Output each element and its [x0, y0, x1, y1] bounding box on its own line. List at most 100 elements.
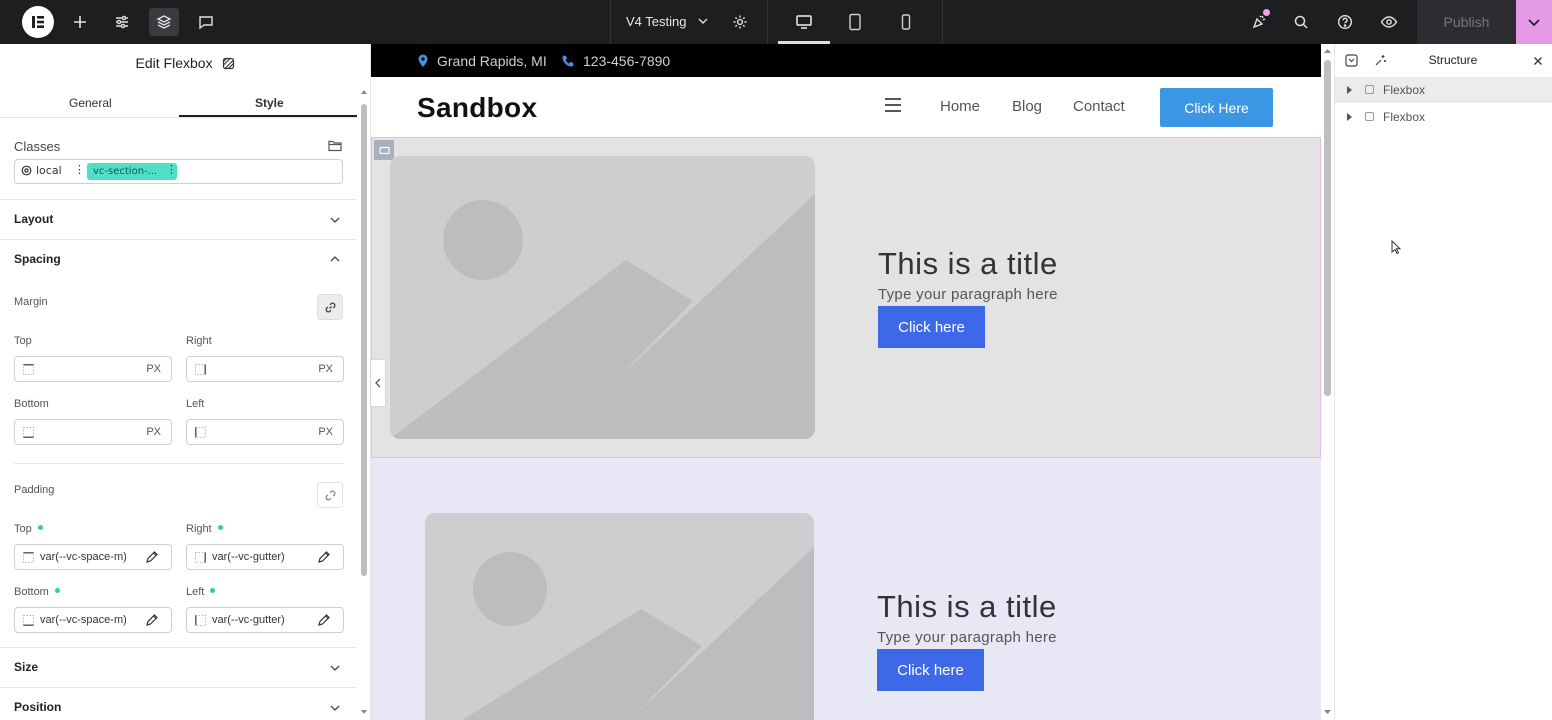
- search-icon[interactable]: [1286, 8, 1316, 36]
- section-spacing[interactable]: Spacing: [14, 252, 61, 266]
- side-bottom-icon: [23, 427, 34, 438]
- edit-pencil-icon[interactable]: [145, 550, 159, 564]
- tabs-divider: [0, 117, 357, 118]
- margin-left-input[interactable]: PX: [186, 419, 344, 445]
- class-chip-vc-section[interactable]: vc-section-...: [87, 163, 177, 180]
- help-icon[interactable]: [1330, 8, 1360, 36]
- link-values-button[interactable]: [317, 482, 343, 508]
- chevron-down-icon[interactable]: [330, 663, 340, 673]
- add-element-icon[interactable]: [65, 8, 95, 36]
- flexbox-section[interactable]: This is a title Type your paragraph here…: [371, 458, 1321, 720]
- tab-style[interactable]: Style: [255, 96, 284, 110]
- tab-general[interactable]: General: [69, 96, 112, 110]
- unit-label[interactable]: PX: [146, 363, 161, 375]
- hero-title[interactable]: This is a title: [878, 246, 1058, 282]
- classes-input[interactable]: local ⋮ vc-section-... ⋮: [14, 159, 343, 184]
- desktop-view-icon[interactable]: [789, 8, 819, 36]
- scroll-up-arrow-icon[interactable]: [1323, 46, 1332, 55]
- hero-paragraph[interactable]: Type your paragraph here: [878, 286, 1058, 303]
- edit-pencil-icon[interactable]: [317, 550, 331, 564]
- site-name-dropdown[interactable]: V4 Testing: [626, 14, 708, 29]
- site-info-bar: Grand Rapids, MI 123-456-7890: [371, 44, 1321, 77]
- scroll-down-arrow-icon[interactable]: [1323, 708, 1332, 717]
- close-icon[interactable]: [1533, 55, 1543, 69]
- hero-button[interactable]: Click here: [877, 649, 984, 691]
- hero-title[interactable]: This is a title: [877, 589, 1057, 625]
- nav-link-blog[interactable]: Blog: [1012, 98, 1042, 115]
- link-icon: [325, 302, 335, 312]
- mobile-view-icon[interactable]: [891, 8, 921, 36]
- structure-panel: Structure Flexbox Flexbox: [1334, 44, 1552, 720]
- unit-label[interactable]: PX: [318, 363, 333, 375]
- scrollbar-thumb[interactable]: [1324, 60, 1331, 396]
- unit-label[interactable]: PX: [318, 426, 333, 438]
- panel-title: Edit Flexbox: [0, 55, 370, 73]
- edit-pencil-icon[interactable]: [317, 613, 331, 627]
- map-pin-icon: [418, 54, 428, 67]
- header-cta-button[interactable]: Click Here: [1160, 88, 1273, 127]
- margin-top-input[interactable]: PX: [14, 356, 172, 382]
- flexbox-section-selected[interactable]: This is a title Type your paragraph here…: [371, 137, 1321, 458]
- padding-bottom-input[interactable]: var(--vc-space-m): [14, 607, 172, 633]
- container-icon: [1365, 85, 1374, 94]
- section-position[interactable]: Position: [14, 700, 61, 714]
- padding-bottom-label: Bottom: [14, 586, 60, 598]
- padding-right-input[interactable]: var(--vc-gutter): [186, 544, 344, 570]
- canvas-scrollbar[interactable]: [1321, 44, 1334, 720]
- section-layout[interactable]: Layout: [14, 212, 53, 226]
- class-chip-menu-icon[interactable]: ⋮: [166, 163, 177, 176]
- panel-scrollbar[interactable]: [360, 88, 368, 720]
- page-settings-gear-icon[interactable]: [725, 8, 755, 36]
- element-handle-icon[interactable]: [374, 140, 394, 160]
- structure-item-flexbox[interactable]: Flexbox: [1335, 104, 1552, 130]
- site-brand[interactable]: Sandbox: [417, 92, 537, 124]
- link-values-button[interactable]: [317, 294, 343, 320]
- class-chip-menu-icon[interactable]: ⋮: [74, 163, 85, 176]
- expand-triangle-icon[interactable]: [1347, 113, 1352, 121]
- chevron-up-icon[interactable]: [330, 254, 340, 264]
- side-right-icon: [195, 552, 206, 563]
- scroll-down-arrow-icon[interactable]: [360, 708, 368, 716]
- expand-triangle-icon[interactable]: [1347, 86, 1352, 94]
- nav-link-home[interactable]: Home: [940, 98, 980, 115]
- class-chip-local[interactable]: local: [21, 164, 62, 177]
- collapse-panel-button[interactable]: [371, 360, 385, 406]
- comments-icon[interactable]: [191, 8, 221, 36]
- chevron-down-icon[interactable]: [330, 215, 340, 225]
- hamburger-menu-icon[interactable]: [885, 98, 901, 112]
- structure-layers-icon[interactable]: [149, 8, 179, 36]
- unit-label[interactable]: PX: [146, 426, 161, 438]
- margin-right-input[interactable]: PX: [186, 356, 344, 382]
- structure-item-label: Flexbox: [1383, 83, 1426, 97]
- location-item: Grand Rapids, MI: [417, 53, 547, 69]
- publish-button[interactable]: Publish: [1417, 0, 1516, 44]
- scroll-up-arrow-icon[interactable]: [360, 88, 368, 96]
- margin-bottom-input[interactable]: PX: [14, 419, 172, 445]
- padding-left-input[interactable]: var(--vc-gutter): [186, 607, 344, 633]
- edit-pencil-icon[interactable]: [145, 613, 159, 627]
- padding-left-label: Left: [186, 586, 216, 598]
- side-bottom-icon: [23, 615, 34, 626]
- site-settings-icon[interactable]: [107, 8, 137, 36]
- label-text: Bottom: [14, 586, 49, 598]
- structure-item-flexbox[interactable]: Flexbox: [1335, 77, 1552, 103]
- phone-text: 123-456-7890: [583, 53, 671, 69]
- hero-button[interactable]: Click here: [878, 306, 985, 348]
- scrollbar-thumb[interactable]: [361, 104, 367, 576]
- hero-paragraph[interactable]: Type your paragraph here: [877, 629, 1057, 646]
- image-placeholder[interactable]: [425, 513, 814, 720]
- divider: [942, 0, 943, 44]
- publish-options-button[interactable]: [1516, 0, 1552, 44]
- padding-top-input[interactable]: var(--vc-space-m): [14, 544, 172, 570]
- section-divider: [0, 647, 357, 648]
- preview-eye-icon[interactable]: [1374, 8, 1404, 36]
- image-placeholder[interactable]: [390, 156, 815, 439]
- class-manager-folder-icon[interactable]: [328, 139, 342, 155]
- elementor-logo-icon[interactable]: [22, 6, 54, 38]
- image-placeholder-icon: [462, 547, 814, 720]
- section-size[interactable]: Size: [14, 660, 38, 674]
- tablet-view-icon[interactable]: [840, 8, 870, 36]
- editor-canvas[interactable]: Grand Rapids, MI 123-456-7890 Sandbox Ho…: [371, 44, 1321, 720]
- chevron-down-icon[interactable]: [330, 703, 340, 713]
- nav-link-contact[interactable]: Contact: [1073, 98, 1125, 115]
